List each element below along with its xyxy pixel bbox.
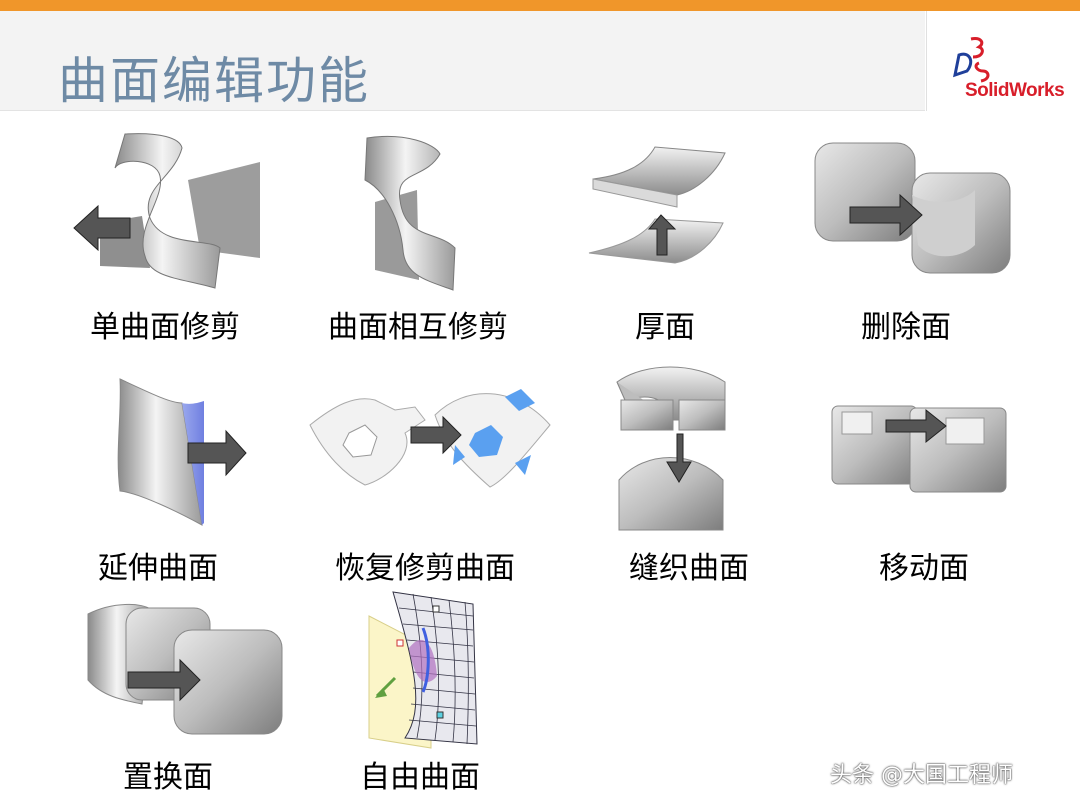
feature-label-move-face: 移动面 (879, 551, 969, 586)
thicken-surface-icon (588, 146, 726, 264)
feature-label-thicken: 厚面 (635, 310, 695, 345)
knit-surface-icon (616, 366, 726, 531)
delete-face-icon (814, 142, 1011, 274)
untrim-surface-icon (309, 389, 551, 488)
extend-surface-icon (117, 378, 247, 526)
feature-label-freeform: 自由曲面 (360, 760, 480, 795)
title-band: 曲面编辑功能 (0, 11, 925, 111)
move-face-icon (831, 405, 1007, 493)
feature-label-trim-single: 单曲面修剪 (90, 310, 240, 345)
mutual-trim-surface-icon (364, 135, 456, 291)
feature-label-mutual-trim: 曲面相互修剪 (328, 310, 508, 345)
feature-label-untrim: 恢复修剪曲面 (335, 551, 515, 586)
logo-text: SolidWorks (965, 80, 1065, 101)
accent-bar (0, 0, 1080, 11)
freeform-surface-icon (368, 591, 478, 749)
trim-single-surface-icon (73, 133, 260, 289)
watermark: 头条 @大国工程师 (830, 763, 1013, 788)
feature-label-extend: 延伸曲面 (98, 551, 218, 586)
ds-logo-icon (953, 37, 990, 83)
feature-label-replace-face: 置换面 (123, 760, 213, 795)
solidworks-logo: SolidWorks (926, 11, 1080, 111)
page-title: 曲面编辑功能 (58, 52, 370, 110)
replace-face-icon (87, 603, 283, 735)
feature-label-knit: 缝织曲面 (629, 551, 749, 586)
feature-label-delete-face: 删除面 (861, 310, 951, 345)
